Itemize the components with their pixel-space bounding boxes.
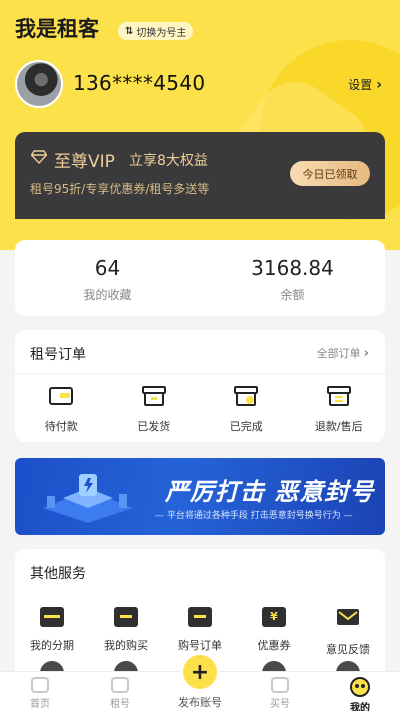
box-icon (141, 386, 166, 406)
wallet-icon (49, 387, 74, 405)
user-phone: 136****4540 (73, 71, 206, 95)
all-orders-link[interactable]: 全部订单 › (317, 345, 369, 361)
tab-rent[interactable]: 租号 (80, 672, 160, 711)
rent-orders-title: 租号订单 (30, 347, 86, 363)
divider (15, 373, 385, 374)
service-label: 意见反馈 (326, 643, 370, 656)
order-status-label: 已发货 (137, 420, 171, 433)
balance-stat[interactable]: 3168.84 余额 (200, 256, 385, 303)
tab-label: 首页 (30, 699, 50, 710)
tab-label: 发布账号 (178, 696, 222, 709)
page-title: 我是租客 (15, 17, 99, 41)
service-installments[interactable]: 我的分期 (15, 607, 89, 657)
security-illustration (43, 474, 133, 523)
diamond-icon (31, 150, 47, 164)
smile-icon (350, 677, 370, 697)
service-label: 优惠券 (257, 639, 291, 652)
stats-card: 64 我的收藏 3168.84 余额 (15, 240, 385, 316)
switch-role-label: 切换为号主 (136, 27, 187, 39)
service-label: 我的分期 (30, 639, 74, 652)
avatar[interactable] (15, 60, 63, 108)
order-icon (188, 607, 212, 627)
vip-name: 至尊VIP (54, 152, 115, 172)
card-icon (40, 607, 64, 627)
tab-label: 我的 (350, 703, 370, 711)
order-shipped[interactable]: 已发货 (108, 386, 201, 434)
service-label: 购号订单 (178, 639, 222, 652)
order-pending-payment[interactable]: 待付款 (15, 386, 108, 434)
plus-icon: + (180, 652, 220, 692)
balance-label: 余额 (280, 288, 305, 302)
tab-home[interactable]: 首页 (0, 672, 80, 711)
vip-card[interactable]: 至尊VIP 立享8大权益 租号95折/专享优惠券/租号多送等 今日已领取 (15, 132, 385, 219)
cart-icon (114, 607, 138, 627)
vip-claim-button[interactable]: 今日已领取 (290, 161, 370, 186)
order-status-label: 待付款 (44, 420, 78, 433)
service-feedback[interactable]: 意见反馈 (311, 607, 385, 657)
all-orders-label: 全部订单 (316, 347, 361, 360)
order-status-label: 已完成 (229, 420, 263, 433)
service-buy-orders[interactable]: 购号订单 (163, 607, 237, 657)
mail-icon (337, 609, 359, 625)
refund-icon (326, 386, 351, 406)
favorites-count: 64 (94, 256, 121, 280)
settings-label: 设置 (348, 78, 373, 92)
tab-label: 租号 (110, 699, 130, 710)
favorites-label: 我的收藏 (83, 288, 132, 302)
service-coupons[interactable]: ¥ 优惠券 (237, 607, 311, 657)
chevron-right-icon: › (363, 345, 369, 361)
tab-publish[interactable]: + 发布账号 (172, 652, 228, 710)
banner-subtitle: — 平台将通过各种手段 打击恶意封号换号行为 — (155, 511, 353, 521)
swap-icon: ⇅ (125, 25, 134, 37)
order-completed[interactable]: 已完成 (200, 386, 293, 434)
rent-orders-card: 租号订单 全部订单 › 待付款 已发货 已完成 退款/售后 (15, 330, 385, 442)
tab-label: 买号 (270, 699, 290, 710)
service-label: 我的购买 (104, 639, 148, 652)
anti-ban-banner[interactable]: 严厉打击 恶意封号 — 平台将通过各种手段 打击恶意封号换号行为 — (15, 458, 385, 535)
banner-title: 严厉打击 恶意封号 (165, 478, 375, 506)
vip-subtitle: 租号95折/专享优惠券/租号多送等 (30, 182, 210, 196)
balance-value: 3168.84 (251, 256, 334, 280)
chevron-right-icon: › (376, 76, 382, 93)
settings-link[interactable]: 设置 › (348, 76, 382, 93)
other-services-title: 其他服务 (30, 566, 86, 582)
buy-icon (271, 677, 289, 693)
check-box-icon (234, 386, 259, 406)
rent-icon (111, 677, 129, 693)
home-icon (31, 677, 49, 693)
order-refund[interactable]: 退款/售后 (293, 386, 386, 434)
tab-mine[interactable]: 我的 (320, 672, 400, 711)
order-status-label: 退款/售后 (314, 420, 363, 433)
tab-buy[interactable]: 买号 (240, 672, 320, 711)
favorites-stat[interactable]: 64 我的收藏 (15, 256, 200, 303)
service-purchases[interactable]: 我的购买 (89, 607, 163, 657)
switch-role-button[interactable]: ⇅ 切换为号主 (118, 22, 194, 40)
coupon-icon: ¥ (262, 607, 286, 627)
vip-perks: 立享8大权益 (129, 153, 208, 169)
